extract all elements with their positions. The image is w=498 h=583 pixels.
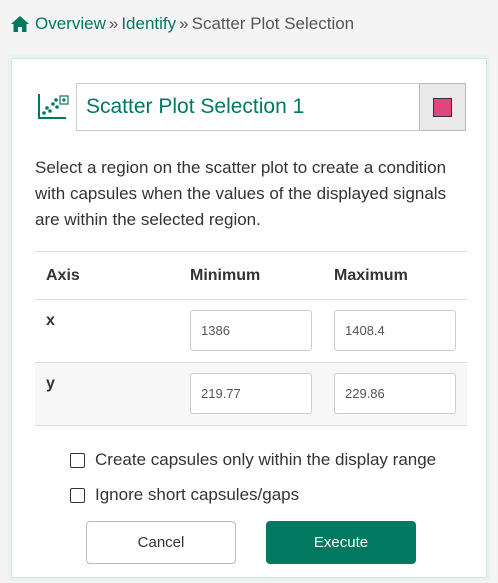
color-picker-button[interactable]	[419, 83, 466, 131]
title-row: Scatter Plot Selection 1	[36, 83, 466, 131]
cancel-button[interactable]: Cancel	[86, 521, 236, 564]
table-row: y	[35, 362, 467, 426]
options-list: Create capsules only within the display …	[70, 447, 436, 517]
home-icon[interactable]	[10, 15, 30, 33]
option-label: Create capsules only within the display …	[95, 450, 437, 469]
execute-button[interactable]: Execute	[266, 521, 416, 564]
breadcrumb-overview[interactable]: Overview	[35, 14, 106, 34]
header-maximum: Maximum	[323, 251, 467, 300]
breadcrumb-separator: »	[108, 14, 119, 33]
breadcrumb: Overview » Identify » Scatter Plot Selec…	[10, 12, 354, 36]
display-range-checkbox[interactable]	[70, 452, 85, 468]
description-text: Select a region on the scatter plot to c…	[35, 158, 447, 229]
y-maximum-input[interactable]	[334, 373, 456, 414]
x-maximum-input[interactable]	[334, 310, 456, 351]
scatter-selection-panel: Scatter Plot Selection 1 Select a region…	[11, 58, 487, 578]
breadcrumb-current: Scatter Plot Selection	[191, 14, 355, 33]
color-swatch	[433, 97, 452, 117]
table-row: x	[35, 299, 467, 363]
option-ignore-short[interactable]: Ignore short capsules/gaps	[70, 482, 436, 508]
breadcrumb-separator: »	[179, 14, 189, 33]
option-label: Ignore short capsules/gaps	[95, 485, 300, 504]
header-axis: Axis	[35, 251, 179, 300]
axis-range-table: Axis Minimum Maximum x y	[35, 251, 467, 426]
title-input[interactable]: Scatter Plot Selection 1	[76, 83, 419, 131]
x-minimum-input[interactable]	[190, 310, 312, 351]
y-minimum-input[interactable]	[190, 373, 312, 414]
option-display-range[interactable]: Create capsules only within the display …	[70, 447, 436, 473]
ignore-short-checkbox[interactable]	[70, 487, 85, 503]
axis-label-x: x	[46, 312, 55, 329]
breadcrumb-identify[interactable]: Identify	[121, 14, 176, 34]
axis-label-y: y	[46, 375, 55, 392]
header-minimum: Minimum	[179, 251, 323, 300]
scatter-plot-icon	[38, 94, 69, 119]
